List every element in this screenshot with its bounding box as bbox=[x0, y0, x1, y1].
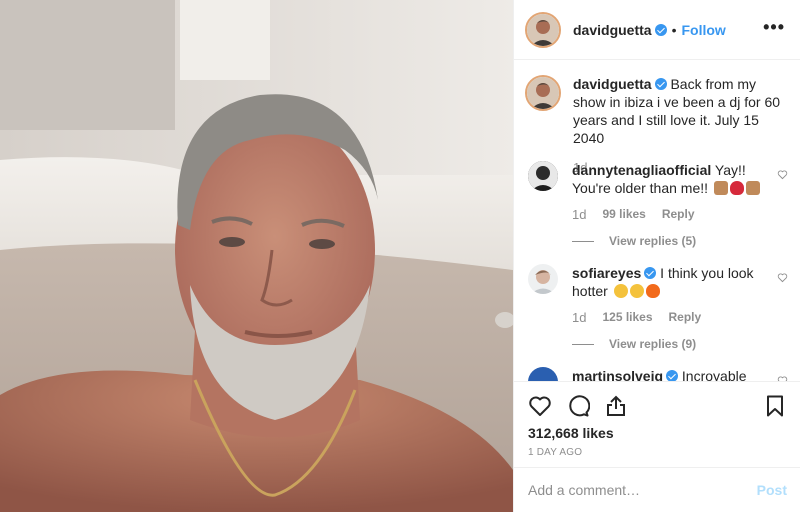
post-date[interactable]: 1 DAY AGO bbox=[528, 447, 582, 458]
commenter-username[interactable]: martinsolveig bbox=[572, 368, 663, 381]
commenter-username[interactable]: sofiareyes bbox=[572, 265, 641, 281]
instagram-post-modal: davidguetta • Follow ••• davidguetta Bac… bbox=[0, 0, 800, 512]
replies-divider bbox=[572, 240, 594, 242]
heart-icon[interactable] bbox=[528, 394, 552, 418]
commenter-username[interactable]: dannytenagliaofficial bbox=[572, 162, 711, 178]
heart-emoji-icon bbox=[729, 181, 744, 195]
commenter-avatar[interactable] bbox=[528, 161, 558, 191]
comments-list[interactable]: davidguetta Back from my show in ibiza i… bbox=[514, 61, 800, 381]
post-sidebar: davidguetta • Follow ••• davidguetta Bac… bbox=[513, 0, 800, 512]
reply-button[interactable]: Reply bbox=[662, 207, 695, 222]
follow-button[interactable]: Follow bbox=[681, 22, 725, 38]
author-username[interactable]: davidguetta bbox=[573, 22, 652, 38]
comment-icon[interactable] bbox=[566, 394, 591, 418]
caption-avatar[interactable] bbox=[525, 75, 561, 111]
post-photo[interactable] bbox=[0, 0, 513, 512]
commenter-avatar[interactable] bbox=[528, 264, 558, 294]
comment-item: dannytenagliaofficial Yay!! You're older… bbox=[528, 161, 798, 248]
caption-username[interactable]: davidguetta bbox=[573, 76, 652, 92]
more-icon[interactable]: ••• bbox=[763, 18, 785, 36]
verified-icon bbox=[654, 78, 667, 90]
share-icon[interactable] bbox=[604, 394, 628, 418]
add-comment-bar: Post bbox=[514, 467, 800, 512]
like-comment-heart-icon[interactable] bbox=[777, 169, 788, 180]
view-replies-button[interactable]: View replies (5) bbox=[572, 234, 798, 248]
view-replies-button[interactable]: View replies (9) bbox=[572, 337, 798, 351]
comment-item: martinsolveig Incroyable bbox=[528, 367, 798, 381]
author-avatar[interactable] bbox=[525, 11, 561, 48]
verified-icon bbox=[644, 267, 657, 279]
comment-age[interactable]: 1d bbox=[572, 310, 586, 325]
replies-divider bbox=[572, 343, 594, 345]
view-replies-label: View replies (5) bbox=[609, 234, 697, 248]
fire-emoji-icon bbox=[645, 284, 660, 298]
selfie-in-bathtub-image bbox=[0, 0, 513, 512]
thumbs-up-icon bbox=[713, 181, 728, 195]
comment-item: sofiareyes I think you look hotter 1d 12… bbox=[528, 264, 798, 351]
reply-button[interactable]: Reply bbox=[669, 310, 702, 325]
verified-icon bbox=[654, 23, 667, 36]
comment-age[interactable]: 1d bbox=[572, 207, 586, 222]
comment-text: Incroyable bbox=[681, 368, 747, 381]
likes-count[interactable]: 312,668 likes bbox=[528, 425, 614, 441]
comment-input[interactable] bbox=[528, 482, 757, 498]
commenter-avatar[interactable] bbox=[528, 367, 558, 381]
comment-likes[interactable]: 125 likes bbox=[602, 310, 652, 325]
like-comment-heart-icon[interactable] bbox=[777, 272, 788, 283]
post-actions: 312,668 likes 1 DAY AGO bbox=[514, 381, 800, 467]
thumbs-up-icon bbox=[745, 181, 760, 195]
view-replies-label: View replies (9) bbox=[609, 337, 697, 351]
comment-likes[interactable]: 99 likes bbox=[602, 207, 645, 222]
post-header: davidguetta • Follow ••• bbox=[514, 0, 800, 60]
verified-icon bbox=[666, 370, 679, 381]
bookmark-icon[interactable] bbox=[763, 394, 787, 418]
laughing-emoji-icon bbox=[629, 284, 644, 298]
laughing-emoji-icon bbox=[613, 284, 628, 298]
separator-dot: • bbox=[671, 21, 677, 38]
post-comment-button[interactable]: Post bbox=[757, 482, 787, 498]
